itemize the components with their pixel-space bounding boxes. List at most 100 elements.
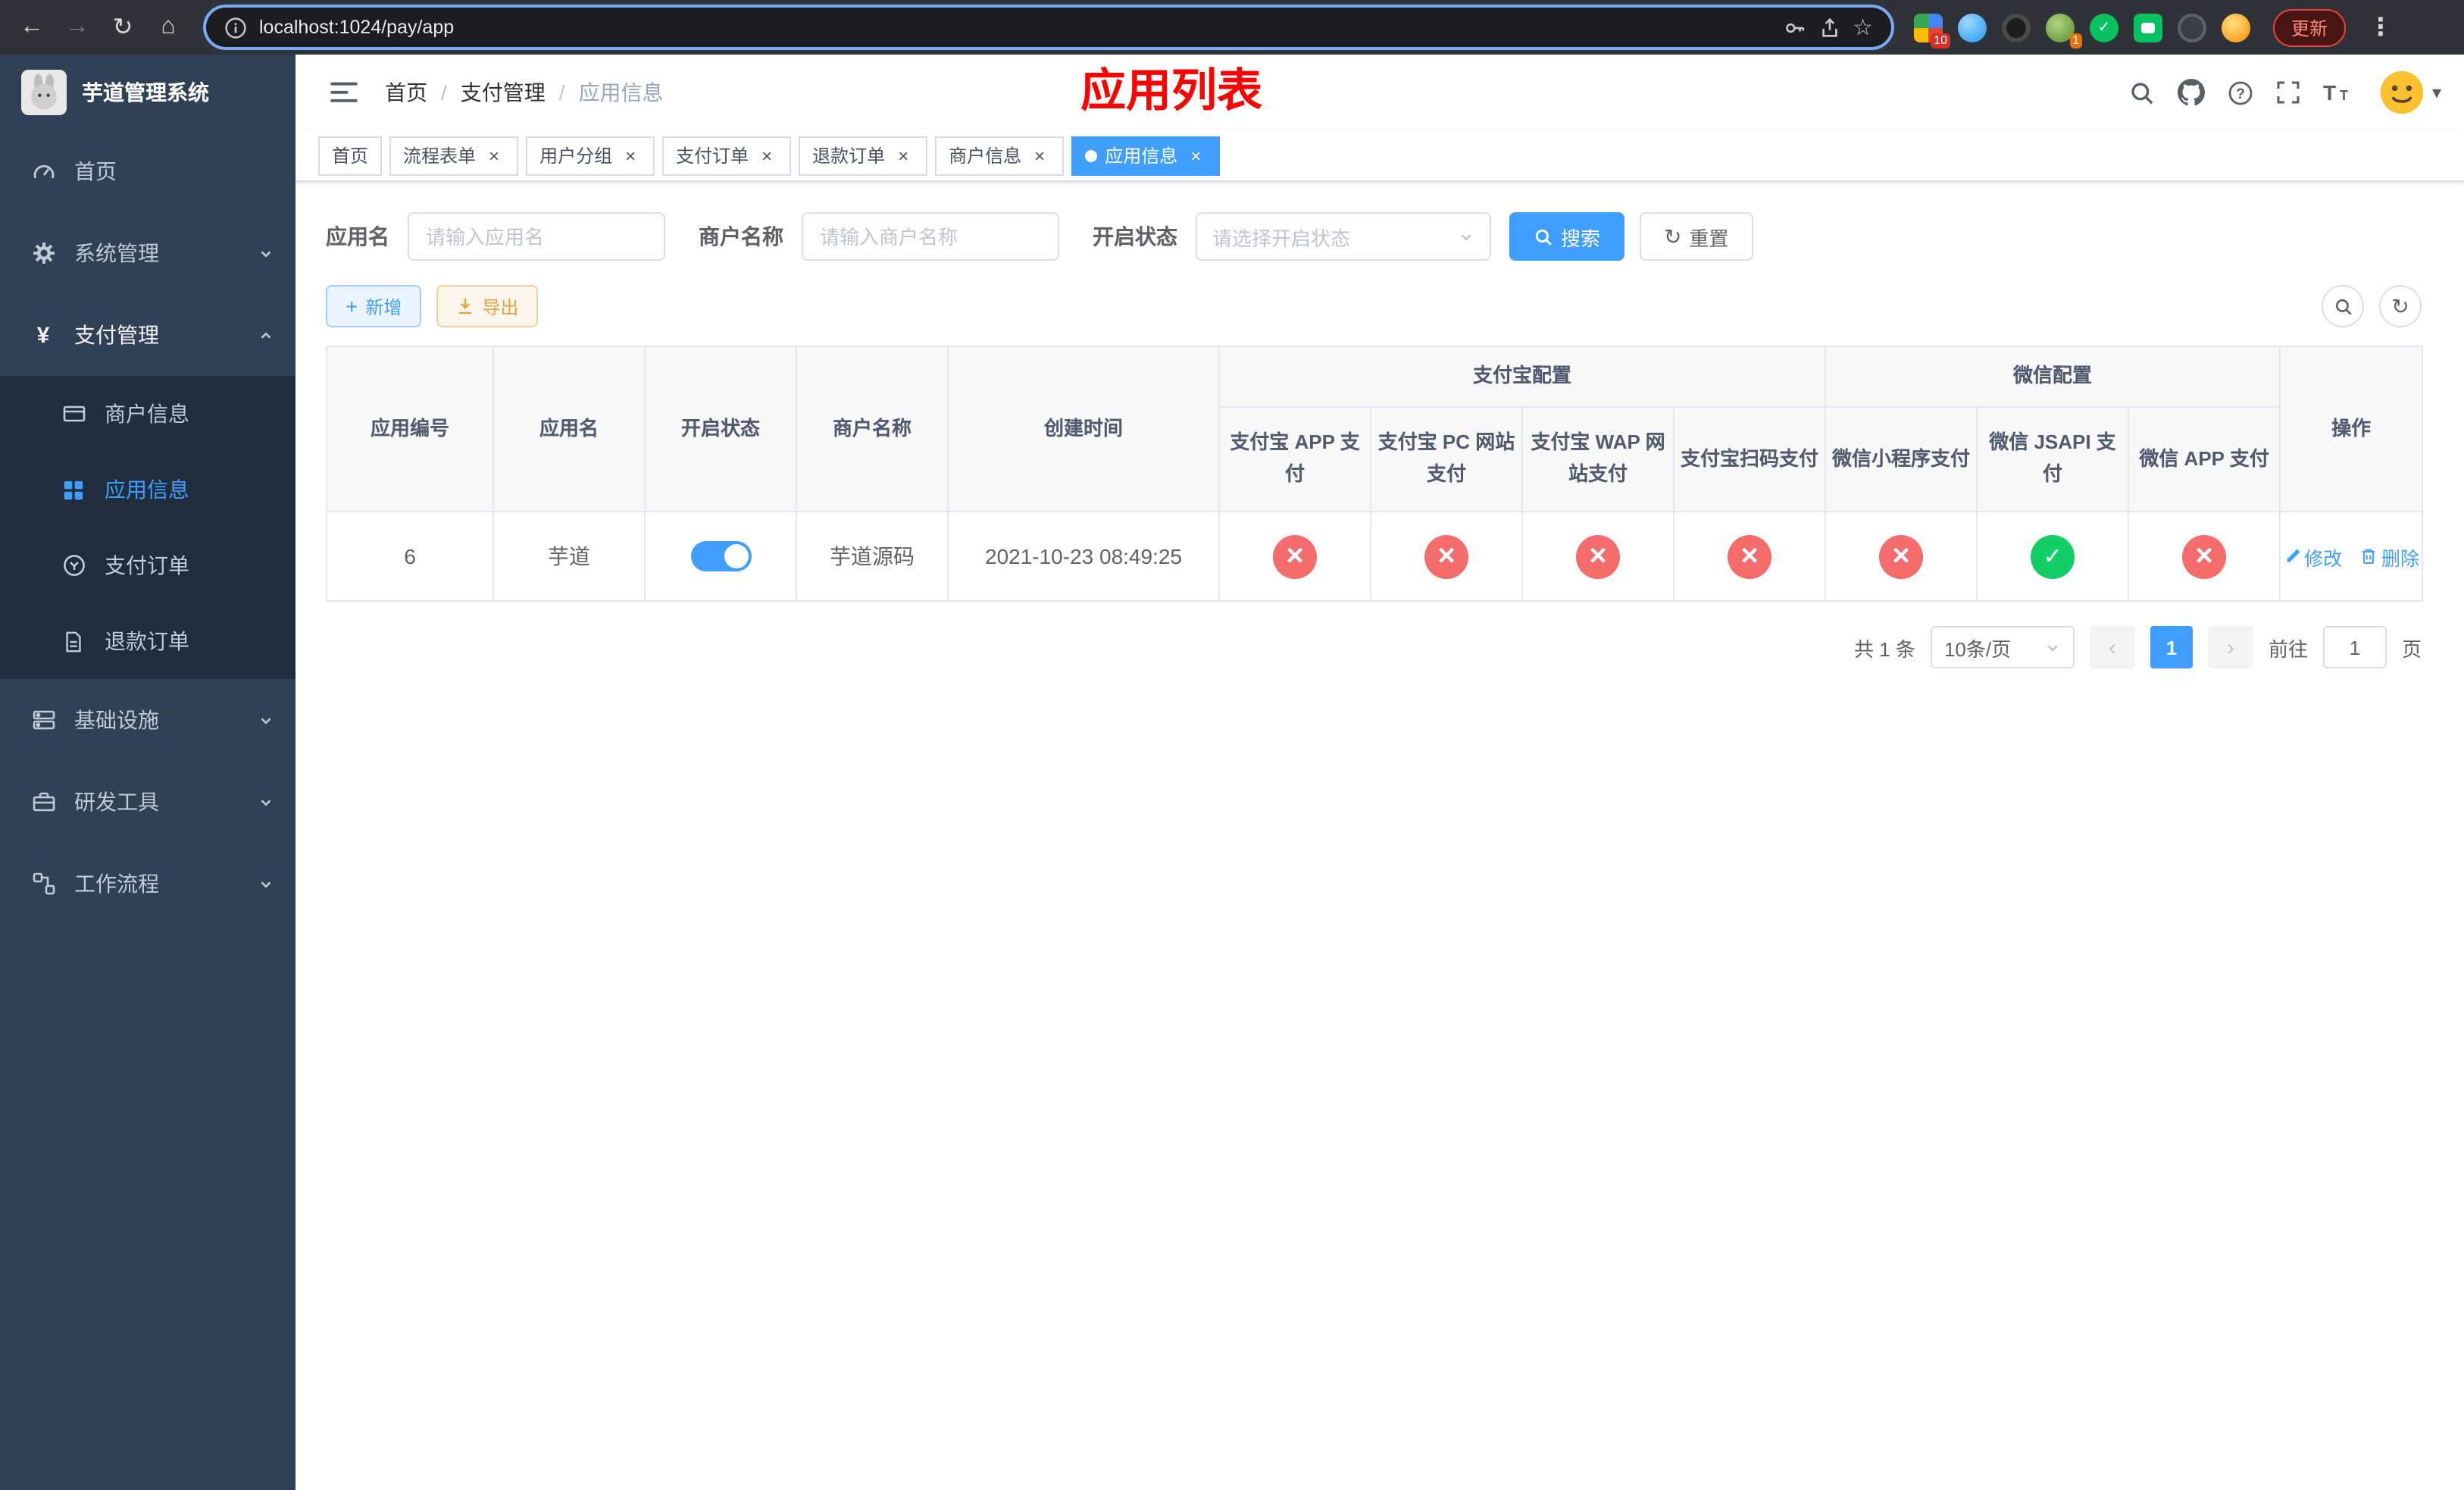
site-info-icon[interactable] (224, 16, 247, 39)
table-toolbar: 新增 导出 (326, 285, 2422, 327)
sidebar-item-app-info[interactable]: 应用信息 (0, 452, 295, 527)
reset-icon (1664, 224, 1681, 249)
status-select[interactable]: 请选择开启状态 (1196, 212, 1491, 261)
sidebar-item-dev-tools[interactable]: 研发工具 (0, 761, 295, 843)
main-area: 首页 支付管理 应用信息 应用列表 ? (295, 55, 2464, 1490)
tab-close-icon[interactable] (620, 145, 641, 166)
tab-close-icon[interactable] (1029, 145, 1050, 166)
chevron-up-icon (258, 327, 274, 343)
refresh-table-button[interactable] (2379, 285, 2422, 327)
tab-merchant-info[interactable]: 商户信息 (935, 136, 1065, 175)
extension-icon-6[interactable] (2134, 13, 2162, 42)
browser-reload-icon[interactable] (103, 8, 142, 47)
browser-forward-icon[interactable] (58, 8, 97, 47)
toolbar-right (2322, 285, 2422, 327)
workflow-icon (30, 872, 56, 896)
reset-button-label: 重置 (1689, 227, 1729, 249)
tab-close-icon[interactable] (1185, 145, 1206, 166)
sidebar-item-label: 退款订单 (105, 629, 189, 653)
sidebar-item-label: 应用信息 (105, 477, 189, 502)
chevron-down-icon (1458, 228, 1474, 245)
apps-table: 应用编号 应用名 开启状态 商户名称 创建时间 支付宝配置 微信配置 操作 支付… (326, 346, 2424, 602)
add-button[interactable]: 新增 (326, 285, 422, 327)
goto-page-input[interactable] (2322, 626, 2387, 668)
tab-label: 退款订单 (812, 146, 886, 167)
reset-button[interactable]: 重置 (1640, 212, 1753, 261)
pagination-total: 共 1 条 (1854, 637, 1915, 660)
export-button[interactable]: 导出 (436, 285, 539, 327)
sidebar-item-pay-orders[interactable]: 支付订单 (0, 527, 295, 603)
chevron-down-icon (258, 712, 274, 728)
extension-icon-1[interactable]: 10 (1914, 13, 1950, 48)
merchant-name-input[interactable] (802, 212, 1059, 261)
prev-page-button[interactable] (2089, 626, 2135, 668)
search-icon[interactable] (2129, 80, 2155, 105)
sidebar-item-system[interactable]: 系统管理 (0, 212, 295, 294)
grid-icon (61, 478, 86, 501)
screen: localhost:1024/pay/app 10 1 更新 芋道管理系统 (0, 0, 2464, 1490)
page-size-select[interactable]: 10条/页 (1930, 626, 2075, 668)
extension-icon-3[interactable] (2002, 13, 2031, 42)
tab-user-group[interactable]: 用户分组 (526, 136, 655, 175)
search-button[interactable]: 搜索 (1509, 212, 1625, 261)
extension-badge: 10 (1931, 33, 1950, 48)
help-icon[interactable]: ? (2228, 80, 2253, 105)
sidebar-item-merchant-info[interactable]: 商户信息 (0, 376, 295, 452)
tab-pay-orders[interactable]: 支付订单 (662, 136, 792, 175)
extension-icon-8[interactable] (2222, 13, 2250, 42)
page-1-button[interactable]: 1 (2150, 626, 2193, 668)
bookmark-star-icon[interactable] (1853, 14, 1873, 41)
app-logo[interactable]: 芋道管理系统 (0, 55, 295, 130)
extension-icon-2[interactable] (1958, 13, 1987, 42)
status-select-placeholder: 请选择开启状态 (1212, 227, 1351, 249)
active-dot (1085, 149, 1098, 161)
font-size-icon[interactable]: TT (2323, 80, 2350, 105)
extension-icon-5[interactable] (2090, 13, 2118, 42)
app-name-input[interactable] (408, 212, 665, 261)
tab-process-form[interactable]: 流程表单 (389, 136, 519, 175)
sidebar-item-infrastructure[interactable]: 基础设施 (0, 679, 295, 761)
extension-icon-4[interactable]: 1 (2046, 13, 2082, 48)
share-icon[interactable] (1818, 16, 1840, 39)
user-avatar[interactable] (2379, 70, 2441, 115)
chevron-down-icon (258, 245, 274, 261)
next-page-button[interactable] (2207, 626, 2253, 668)
pencil-icon (2286, 549, 2300, 562)
status-toggle[interactable] (690, 541, 751, 571)
page-content: 应用名 商户名称 开启状态 请选择开启状态 搜索 重置 (295, 182, 2464, 668)
sidebar-item-refund-orders[interactable]: 退款订单 (0, 603, 295, 679)
sidebar-item-label: 支付订单 (105, 553, 189, 578)
tab-refund-orders[interactable]: 退款订单 (799, 136, 928, 175)
browser-home-icon[interactable] (149, 8, 188, 47)
tab-app-info[interactable]: 应用信息 (1071, 136, 1221, 175)
tab-close-icon[interactable] (483, 145, 505, 166)
sidebar-item-workflow[interactable]: 工作流程 (0, 843, 295, 925)
app-title: 芋道管理系统 (82, 80, 209, 105)
github-icon[interactable] (2177, 79, 2205, 106)
browser-update-button[interactable]: 更新 (2273, 8, 2347, 46)
sidebar-item-home[interactable]: 首页 (0, 130, 295, 212)
bank-card-icon (61, 402, 86, 426)
toggle-search-button[interactable] (2322, 285, 2364, 327)
fullscreen-icon[interactable] (2276, 80, 2300, 105)
password-key-icon[interactable] (1783, 16, 1806, 39)
col-header-app-name: 应用名 (492, 346, 646, 512)
hamburger-icon[interactable] (318, 80, 370, 105)
delete-link[interactable]: 删除 (2360, 542, 2419, 571)
col-header-alipay-qr: 支付宝扫码支付 (1672, 406, 1827, 512)
col-header-alipay-app: 支付宝 APP 支付 (1218, 406, 1371, 512)
extension-icon-7[interactable] (2178, 13, 2206, 42)
tab-close-icon[interactable] (893, 145, 914, 166)
browser-menu-icon[interactable] (2361, 8, 2400, 47)
address-bar[interactable]: localhost:1024/pay/app (206, 8, 1891, 47)
sidebar-item-payment[interactable]: 支付管理 (0, 294, 295, 376)
edit-link[interactable]: 修改 (2283, 542, 2342, 571)
tab-home[interactable]: 首页 (318, 136, 383, 175)
col-header-wx-app: 微信 APP 支付 (2128, 406, 2281, 512)
breadcrumb-section[interactable]: 支付管理 (461, 77, 546, 108)
breadcrumb-home[interactable]: 首页 (385, 77, 427, 108)
browser-back-icon[interactable] (12, 8, 52, 47)
col-header-alipay-wap: 支付宝 WAP 网站支付 (1521, 406, 1674, 512)
col-group-wechat: 微信配置 (1825, 346, 2281, 408)
tab-close-icon[interactable] (756, 145, 777, 166)
